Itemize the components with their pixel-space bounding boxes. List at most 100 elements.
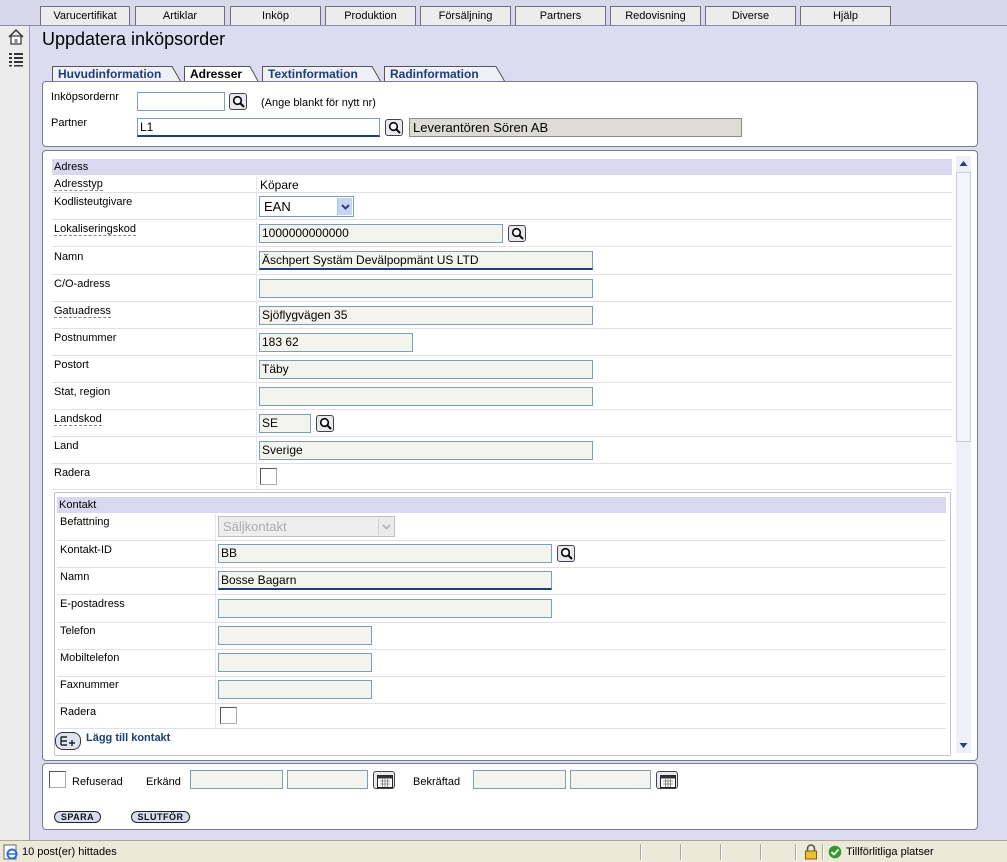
tab-radinformation[interactable]: Radinformation	[384, 66, 506, 82]
search-icon	[232, 95, 245, 108]
location-code-input[interactable]: 1000000000000	[259, 224, 503, 243]
left-toolbar	[0, 26, 30, 840]
mobile-input[interactable]	[218, 653, 372, 672]
address-type-value: Köpare	[260, 178, 299, 192]
menu-item-hjalp[interactable]: Hjälp	[800, 6, 891, 25]
save-button[interactable]: SPARA	[54, 811, 101, 823]
contact-name-input[interactable]: Bosse Bagarn	[218, 571, 552, 590]
acknowledged-time-input[interactable]	[287, 770, 368, 789]
acknowledged-date-input[interactable]	[190, 770, 283, 789]
email-label: E-postadress	[60, 598, 125, 610]
address-name-input[interactable]: Äschpert Systäm Devälpopmänt US LTD	[259, 251, 593, 270]
menu-item-redovisning[interactable]: Redovisning	[610, 6, 701, 25]
address-section-header: Adress	[52, 159, 952, 175]
partner-search-button[interactable]	[385, 119, 403, 136]
lock-icon	[805, 844, 817, 860]
codelist-label: Kodlisteutgivare	[54, 196, 133, 208]
state-region-input[interactable]	[259, 387, 593, 406]
add-contact-link[interactable]: Lägg till kontakt	[86, 732, 170, 744]
postal-code-label: Postnummer	[54, 332, 117, 344]
street-address-label: Gatuadress	[54, 305, 111, 318]
top-menu-bar: Varucertifikat Artiklar Inköp Produktion…	[0, 0, 1007, 26]
contact-panel	[54, 492, 951, 756]
calendar-icon	[377, 775, 393, 788]
country-input[interactable]: Sverige	[259, 441, 593, 460]
contact-delete-checkbox[interactable]	[220, 707, 237, 724]
menu-item-diverse[interactable]: Diverse	[705, 6, 796, 25]
country-label: Land	[54, 440, 79, 452]
location-code-search-button[interactable]	[508, 225, 526, 242]
position-select[interactable]: Säljkontakt	[218, 516, 395, 537]
home-icon[interactable]	[7, 28, 25, 46]
search-icon	[560, 547, 573, 560]
phone-input[interactable]	[218, 626, 372, 645]
partner-name-display: Leverantören Sören AB	[409, 118, 742, 137]
tab-huvudinformation[interactable]: Huvudinformation	[52, 66, 182, 82]
refused-checkbox[interactable]	[49, 771, 66, 788]
search-icon	[388, 121, 401, 134]
fax-input[interactable]	[218, 680, 372, 699]
tab-adresser[interactable]: Adresser	[184, 66, 260, 83]
order-number-label: Inköpsordernr	[51, 91, 119, 103]
country-code-label: Landskod	[54, 413, 102, 426]
chevron-down-icon	[337, 198, 352, 215]
phone-label: Telefon	[60, 625, 96, 637]
menu-item-varucertifikat[interactable]: Varucertifikat	[40, 6, 130, 25]
add-contact-icon[interactable]	[55, 732, 81, 750]
street-address-input[interactable]: Sjöflygvägen 35	[259, 306, 593, 325]
country-code-input[interactable]: SE	[259, 414, 311, 433]
menu-item-artiklar[interactable]: Artiklar	[135, 6, 225, 25]
address-delete-checkbox[interactable]	[260, 468, 277, 485]
search-icon	[319, 417, 332, 430]
contact-id-input[interactable]: BB	[218, 544, 552, 563]
order-number-hint: (Ange blankt för nytt nr)	[261, 97, 376, 109]
header-panel	[42, 81, 978, 147]
contact-name-label: Namn	[60, 571, 90, 583]
confirmed-time-input[interactable]	[570, 770, 651, 789]
list-icon[interactable]	[7, 50, 25, 68]
contact-id-label: Kontakt-ID	[60, 544, 112, 556]
fax-label: Faxnummer	[60, 679, 119, 691]
city-label: Postort	[54, 359, 89, 371]
co-address-input[interactable]	[259, 279, 593, 298]
vertical-scrollbar[interactable]	[956, 156, 971, 753]
status-bar: 10 post(er) hittades Tillförlitliga plat…	[0, 840, 1007, 862]
acknowledged-calendar-button[interactable]	[373, 771, 395, 789]
scroll-down-icon[interactable]	[956, 738, 971, 753]
codelist-select[interactable]: EAN	[259, 196, 354, 217]
check-icon	[828, 845, 842, 859]
order-search-button[interactable]	[229, 93, 247, 110]
mobile-label: Mobiltelefon	[60, 652, 120, 664]
state-region-label: Stat, region	[54, 386, 111, 398]
acknowledged-label: Erkänd	[146, 776, 181, 788]
email-input[interactable]	[218, 599, 552, 618]
address-name-label: Namn	[54, 251, 84, 263]
menu-item-forsaljning[interactable]: Försäljning	[420, 6, 511, 25]
postal-code-input[interactable]: 183 62	[259, 333, 413, 352]
city-input[interactable]: Täby	[259, 360, 593, 379]
calendar-icon	[660, 775, 676, 788]
position-label: Befattning	[60, 516, 110, 528]
chevron-down-icon	[378, 518, 393, 535]
ie-page-icon	[3, 844, 18, 860]
security-zone-text: Tillförlitliga platser	[846, 846, 934, 858]
tab-textinformation[interactable]: Textinformation	[262, 66, 382, 82]
contact-delete-label: Radera	[60, 706, 97, 718]
country-code-search-button[interactable]	[316, 415, 334, 432]
order-number-input[interactable]	[137, 92, 225, 111]
contact-id-search-button[interactable]	[557, 545, 575, 562]
confirmed-date-input[interactable]	[473, 770, 566, 789]
co-address-label: C/O-adress	[54, 278, 111, 290]
scrollbar-thumb[interactable]	[956, 172, 971, 442]
menu-item-inkop[interactable]: Inköp	[230, 6, 321, 25]
partner-label: Partner	[51, 117, 88, 129]
finish-button[interactable]: SLUTFÖR	[131, 811, 190, 823]
address-type-label: Adresstyp	[54, 178, 103, 191]
location-code-label: Lokaliseringskod	[54, 223, 136, 236]
menu-item-produktion[interactable]: Produktion	[325, 6, 416, 25]
status-text: 10 post(er) hittades	[22, 846, 117, 858]
scroll-up-icon[interactable]	[956, 156, 971, 171]
confirmed-calendar-button[interactable]	[656, 771, 678, 789]
menu-item-partners[interactable]: Partners	[515, 6, 606, 25]
partner-input[interactable]: L1	[137, 118, 380, 137]
